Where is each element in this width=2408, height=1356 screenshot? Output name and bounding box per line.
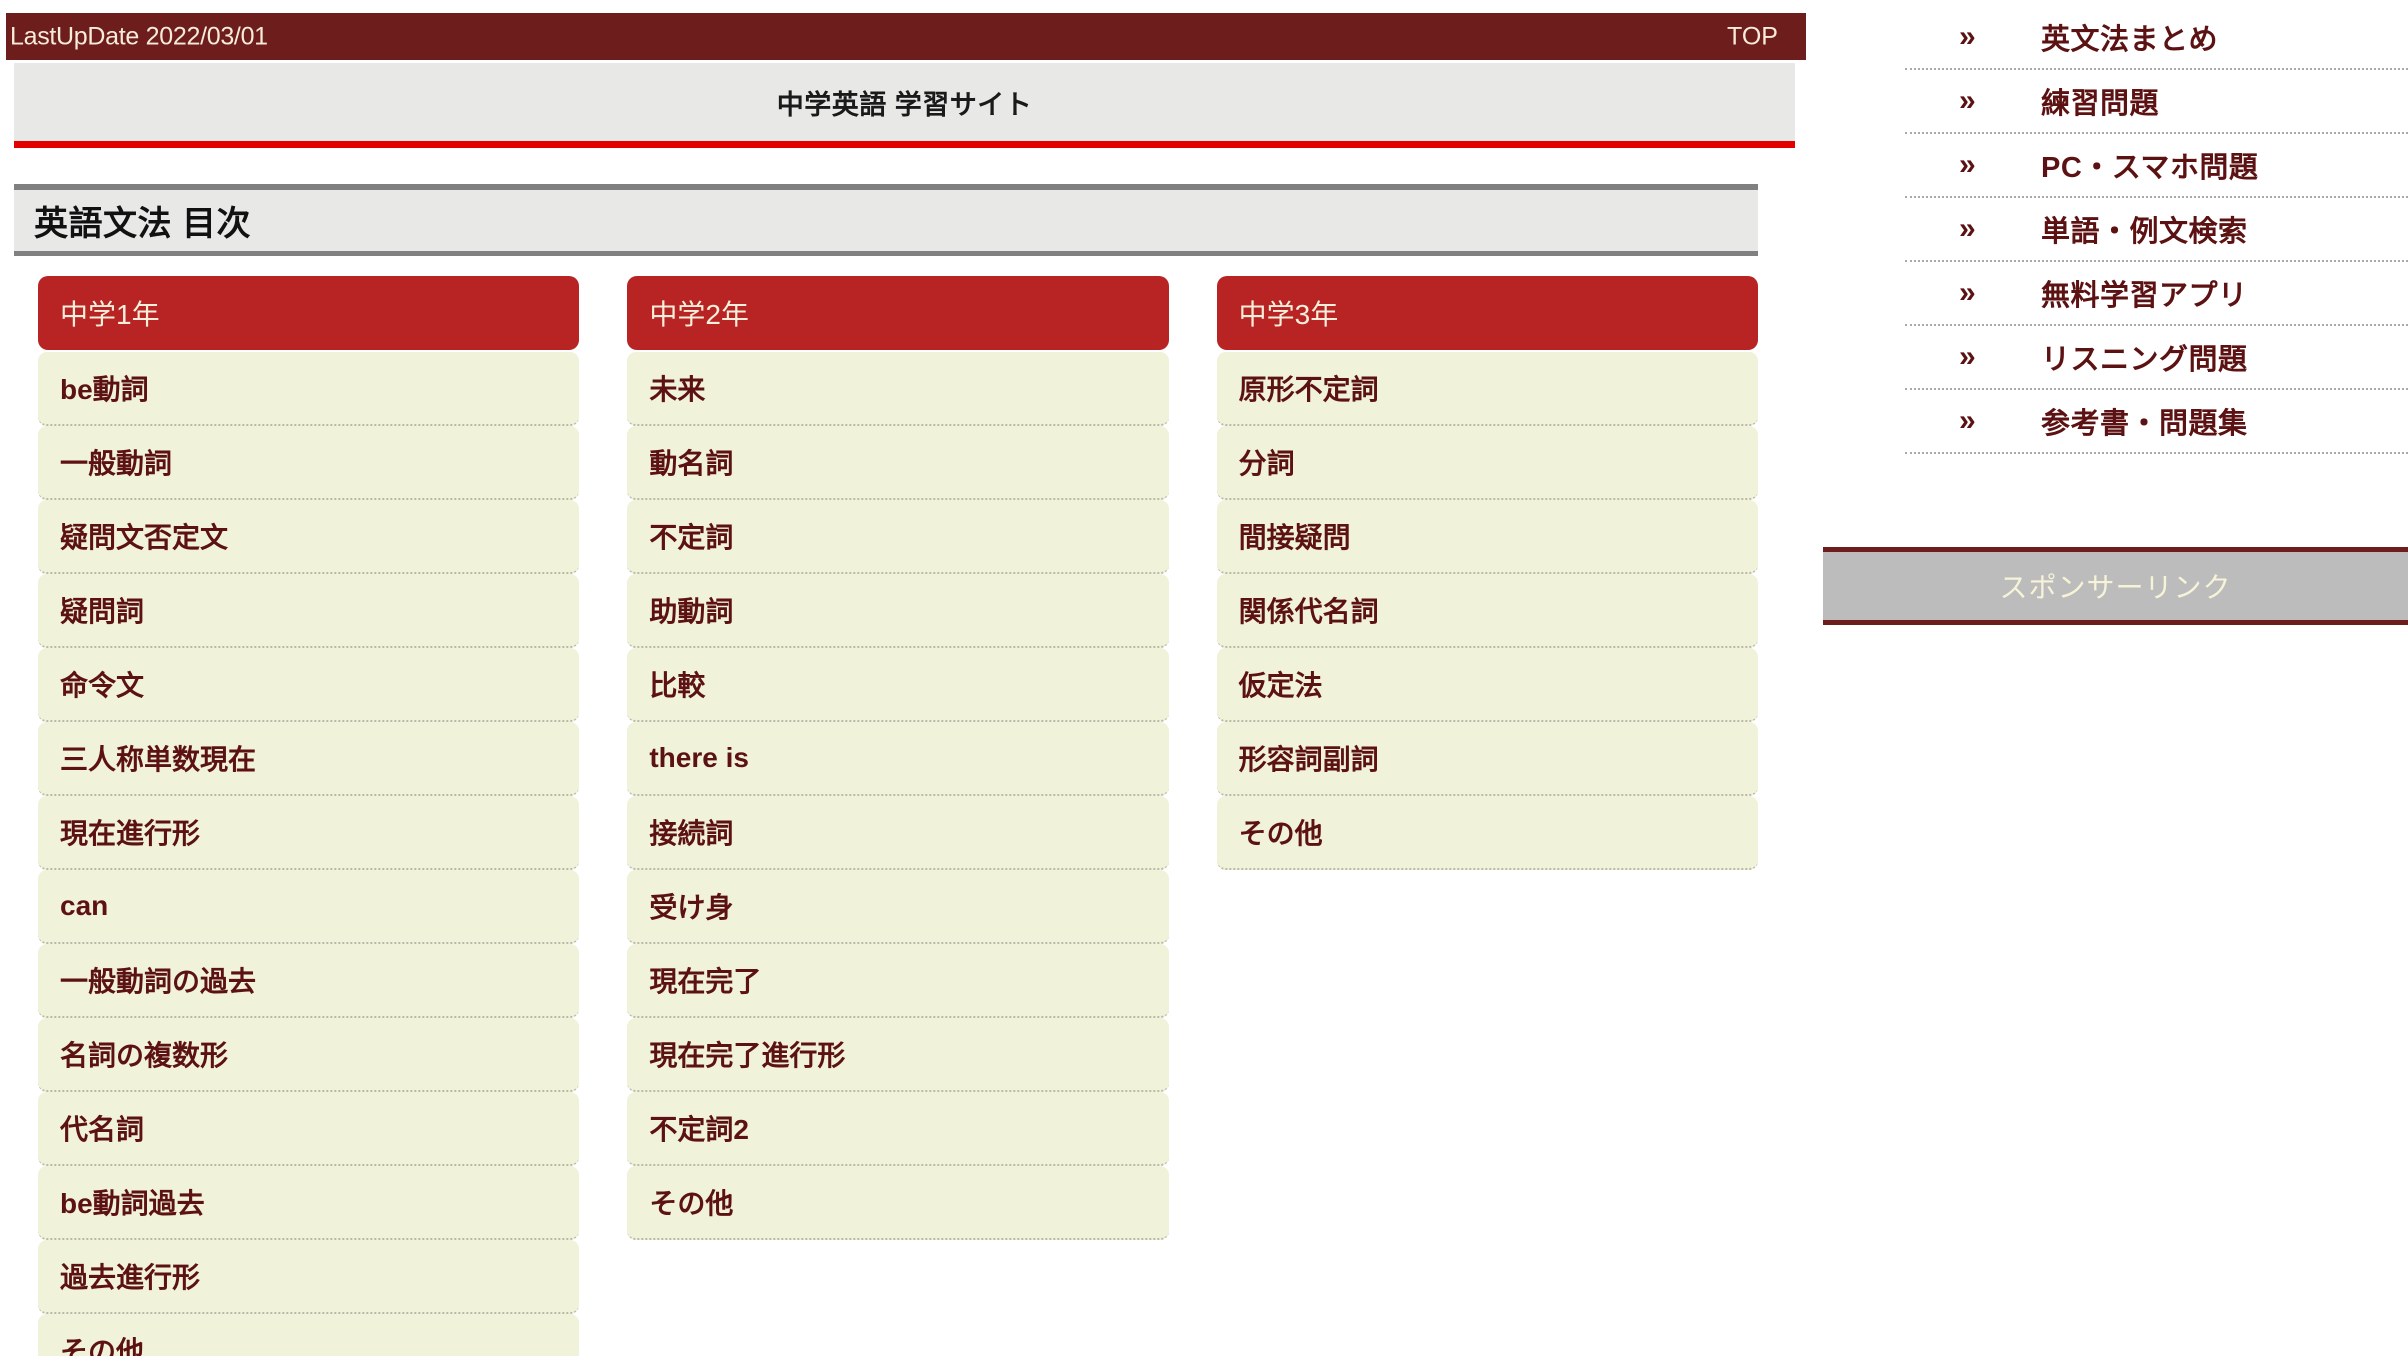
sidebar-menu: » 英文法まとめ » 練習問題 » PC・スマホ問題 » 単語・例文検索 » 無… [1823, 0, 2408, 454]
sidebar-item-label: 英文法まとめ [2041, 24, 2219, 56]
last-update-label: LastUpDate 2022/03/01 [10, 22, 268, 50]
top-status-bar: LastUpDate 2022/03/01 TOP [6, 13, 1806, 60]
sidebar-item-label: 単語・例文検索 [2041, 216, 2248, 248]
list-item[interactable]: 疑問詞 [38, 574, 580, 648]
list-item[interactable]: 助動詞 [627, 574, 1169, 648]
list-item[interactable]: 現在進行形 [38, 796, 580, 870]
sidebar-item-free-learning-app[interactable]: » 無料学習アプリ [1905, 262, 2408, 326]
chevron-right-icon: » [1959, 340, 1976, 373]
right-sidebar: » 英文法まとめ » 練習問題 » PC・スマホ問題 » 単語・例文検索 » 無… [1823, 0, 2408, 1356]
list-item[interactable]: 比較 [627, 648, 1169, 722]
grade-column-header: 中学2年 [627, 276, 1169, 350]
sidebar-item-label: リスニング問題 [2041, 344, 2248, 376]
list-item[interactable]: 一般動詞の過去 [38, 944, 580, 1018]
sidebar-item-pc-smartphone-questions[interactable]: » PC・スマホ問題 [1905, 134, 2408, 198]
grade-column-2: 中学2年 未来 動名詞 不定詞 助動詞 比較 there is 接続詞 受け身 … [627, 276, 1169, 1356]
list-item[interactable]: その他 [38, 1314, 580, 1356]
grammar-topic-list-1: be動詞 一般動詞 疑問文否定文 疑問詞 命令文 三人称単数現在 現在進行形 c… [38, 352, 580, 1356]
page-title: 英語文法 目次 [34, 205, 251, 243]
chevron-right-icon: » [1959, 404, 1976, 437]
list-item[interactable]: 関係代名詞 [1216, 574, 1758, 648]
list-item[interactable]: 原形不定詞 [1216, 352, 1758, 426]
sidebar-item-label: 無料学習アプリ [2041, 280, 2248, 312]
list-item[interactable]: 間接疑問 [1216, 500, 1758, 574]
grade-columns: 中学1年 be動詞 一般動詞 疑問文否定文 疑問詞 命令文 三人称単数現在 現在… [38, 276, 1758, 1356]
sidebar-item-practice-questions[interactable]: » 練習問題 [1905, 70, 2408, 134]
list-item[interactable]: 不定詞 [627, 500, 1169, 574]
list-item[interactable]: be動詞過去 [38, 1166, 580, 1240]
list-item[interactable]: be動詞 [38, 352, 580, 426]
chevron-right-icon: » [1959, 148, 1976, 181]
list-item[interactable]: 一般動詞 [38, 426, 580, 500]
site-title-band: 中学英語 学習サイト [14, 63, 1795, 148]
site-title: 中学英語 学習サイト [776, 89, 1033, 120]
sidebar-item-listening-questions[interactable]: » リスニング問題 [1905, 326, 2408, 390]
list-item[interactable]: 三人称単数現在 [38, 722, 580, 796]
list-item[interactable]: can [38, 870, 580, 944]
list-item[interactable]: 未来 [627, 352, 1169, 426]
chevron-right-icon: » [1959, 212, 1976, 245]
sidebar-item-word-example-search[interactable]: » 単語・例文検索 [1905, 198, 2408, 262]
sidebar-item-grammar-summary[interactable]: » 英文法まとめ [1905, 6, 2408, 70]
list-item[interactable]: there is [627, 722, 1169, 796]
page-root: LastUpDate 2022/03/01 TOP 中学英語 学習サイト 英語文… [0, 0, 2408, 1356]
grammar-topic-list-2: 未来 動名詞 不定詞 助動詞 比較 there is 接続詞 受け身 現在完了 … [627, 352, 1169, 1240]
list-item[interactable]: 疑問文否定文 [38, 500, 580, 574]
sidebar-item-label: PC・スマホ問題 [2041, 152, 2259, 184]
section-heading-box: 英語文法 目次 [14, 184, 1758, 256]
sidebar-item-label: 練習問題 [2041, 88, 2160, 120]
list-item[interactable]: 過去進行形 [38, 1240, 580, 1314]
chevron-right-icon: » [1959, 276, 1976, 309]
top-link[interactable]: TOP [1727, 22, 1778, 51]
sponsor-link-banner: スポンサーリンク [1823, 547, 2408, 625]
grade-column-header: 中学1年 [38, 276, 580, 350]
list-item[interactable]: 現在完了 [627, 944, 1169, 1018]
grammar-topic-list-3: 原形不定詞 分詞 間接疑問 関係代名詞 仮定法 形容詞副詞 その他 [1216, 352, 1758, 870]
list-item[interactable]: 命令文 [38, 648, 580, 722]
sidebar-item-reference-books[interactable]: » 参考書・問題集 [1905, 390, 2408, 454]
grade-column-1: 中学1年 be動詞 一般動詞 疑問文否定文 疑問詞 命令文 三人称単数現在 現在… [38, 276, 580, 1356]
chevron-right-icon: » [1959, 20, 1976, 53]
list-item[interactable]: 現在完了進行形 [627, 1018, 1169, 1092]
list-item[interactable]: 受け身 [627, 870, 1169, 944]
grade-column-header: 中学3年 [1216, 276, 1758, 350]
list-item[interactable]: 名詞の複数形 [38, 1018, 580, 1092]
main-content-area: LastUpDate 2022/03/01 TOP 中学英語 学習サイト 英語文… [0, 0, 1806, 1356]
list-item[interactable]: 接続詞 [627, 796, 1169, 870]
list-item[interactable]: その他 [1216, 796, 1758, 870]
sidebar-item-label: 参考書・問題集 [2041, 408, 2248, 440]
grade-column-3: 中学3年 原形不定詞 分詞 間接疑問 関係代名詞 仮定法 形容詞副詞 その他 [1216, 276, 1758, 1356]
list-item[interactable]: その他 [627, 1166, 1169, 1240]
list-item[interactable]: 不定詞2 [627, 1092, 1169, 1166]
chevron-right-icon: » [1959, 84, 1976, 117]
list-item[interactable]: 動名詞 [627, 426, 1169, 500]
list-item[interactable]: 仮定法 [1216, 648, 1758, 722]
sponsor-label: スポンサーリンク [1999, 572, 2232, 603]
list-item[interactable]: 形容詞副詞 [1216, 722, 1758, 796]
list-item[interactable]: 代名詞 [38, 1092, 580, 1166]
list-item[interactable]: 分詞 [1216, 426, 1758, 500]
